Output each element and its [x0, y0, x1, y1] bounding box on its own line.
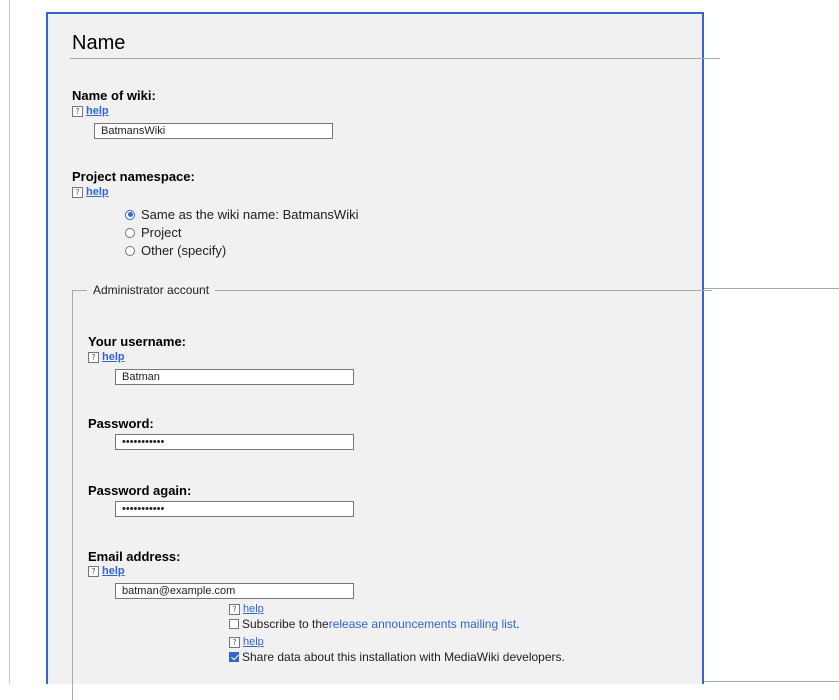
mailing-list-link[interactable]: release announcements mailing list — [329, 617, 516, 631]
section-title: Name — [72, 32, 126, 54]
admin-account-fieldset: Administrator account Your username: ? h… — [72, 283, 712, 700]
wiki-name-label: Name of wiki: — [72, 88, 156, 103]
password-label: Password: — [88, 416, 154, 431]
share-text: Share data about this installation with … — [242, 650, 565, 664]
username-input[interactable] — [115, 369, 354, 385]
namespace-option-project[interactable]: Project — [125, 225, 181, 240]
subscribe-text-after: . — [516, 617, 520, 631]
username-help-link[interactable]: help — [102, 351, 125, 363]
namespace-help[interactable]: ? help — [72, 186, 109, 198]
password-again-input[interactable] — [115, 501, 354, 517]
password-again-label: Password again: — [88, 483, 192, 498]
namespace-option-label: Same as the wiki name: BatmansWiki — [141, 207, 359, 222]
fieldset-bottom-border-extension — [704, 681, 839, 682]
namespace-help-link[interactable]: help — [86, 186, 109, 198]
subscribe-checkbox[interactable] — [229, 619, 239, 629]
namespace-option-label: Project — [141, 225, 182, 240]
namespace-option-label: Other (specify) — [141, 243, 227, 258]
section-title-rule — [70, 58, 720, 59]
email-help-link[interactable]: help — [102, 565, 125, 577]
share-row: Share data about this installation with … — [229, 650, 565, 664]
subscribe-help[interactable]: ? help — [229, 603, 264, 615]
email-input[interactable] — [115, 583, 354, 599]
radio-button[interactable] — [125, 227, 135, 238]
wiki-name-input[interactable] — [94, 123, 333, 139]
share-help-link[interactable]: help — [243, 636, 264, 648]
help-icon: ? — [229, 603, 240, 615]
admin-account-legend: Administrator account — [87, 283, 216, 297]
namespace-option-other[interactable]: Other (specify) — [125, 243, 226, 258]
radio-button[interactable] — [125, 245, 135, 256]
subscribe-text-before: Subscribe to the — [242, 617, 329, 631]
help-icon: ? — [229, 636, 240, 648]
fieldset-top-border-extension — [704, 288, 839, 289]
email-label: Email address: — [88, 549, 181, 564]
left-border-line — [9, 0, 10, 684]
help-icon: ? — [72, 105, 83, 117]
help-icon: ? — [88, 351, 99, 363]
password-input[interactable] — [115, 434, 354, 450]
subscribe-help-link[interactable]: help — [243, 603, 264, 615]
namespace-label: Project namespace: — [72, 169, 195, 184]
help-icon: ? — [88, 565, 99, 577]
wiki-name-help-link[interactable]: help — [86, 105, 109, 117]
email-help[interactable]: ? help — [88, 565, 125, 577]
username-label: Your username: — [88, 334, 187, 349]
install-form-panel: Name Name of wiki: ? help Project namesp… — [46, 12, 720, 700]
username-help[interactable]: ? help — [88, 351, 125, 363]
namespace-option-wiki-name[interactable]: Same as the wiki name: BatmansWiki — [125, 207, 358, 222]
help-icon: ? — [72, 186, 83, 198]
radio-button[interactable] — [125, 209, 135, 220]
subscribe-row: Subscribe to the release announcements m… — [229, 617, 520, 631]
share-checkbox[interactable] — [229, 652, 239, 662]
share-help[interactable]: ? help — [229, 636, 264, 648]
wiki-name-help[interactable]: ? help — [72, 105, 109, 117]
